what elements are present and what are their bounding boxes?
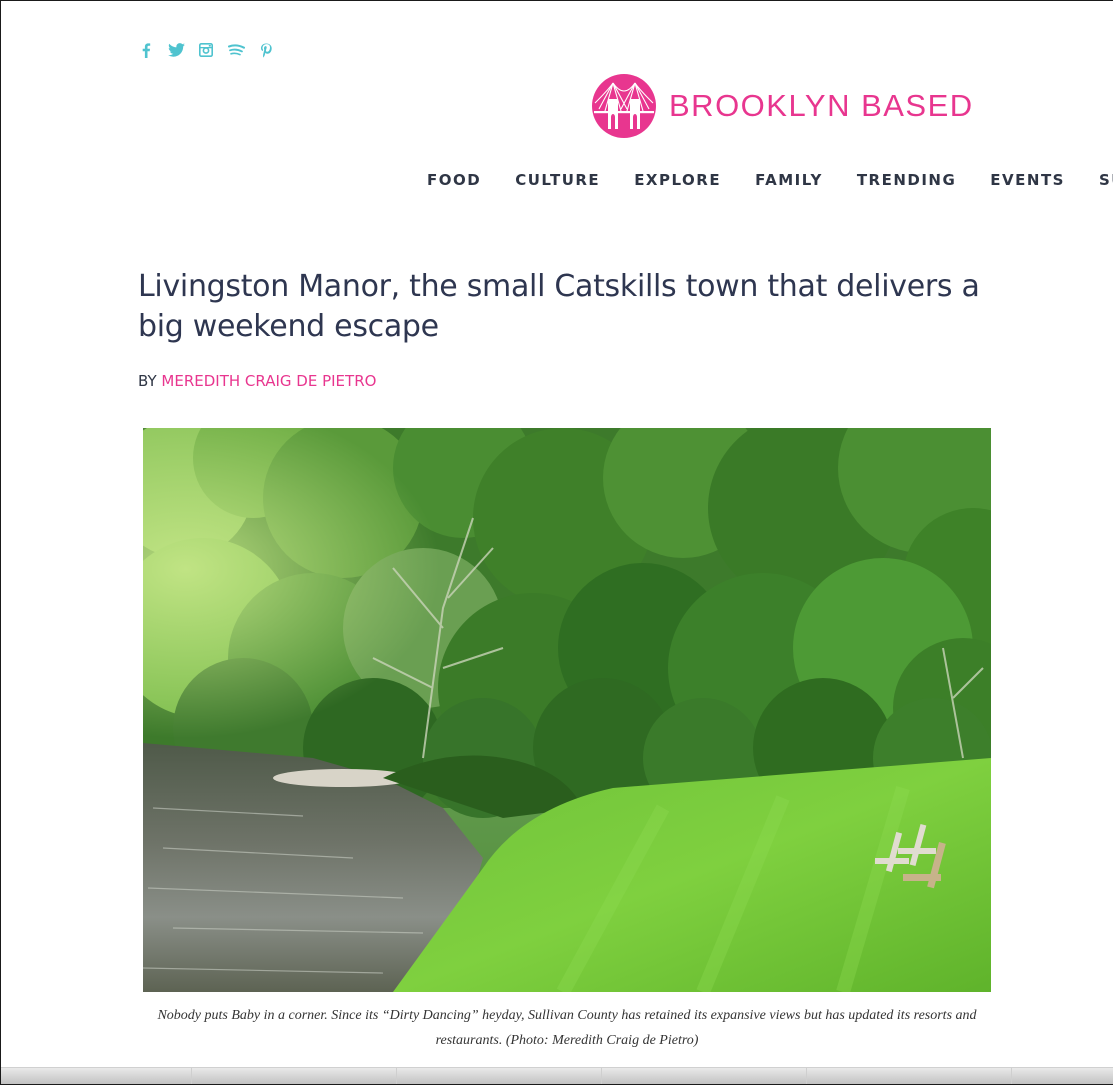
nav-item-explore[interactable]: EXPLORE — [634, 171, 721, 189]
facebook-icon[interactable] — [137, 41, 155, 59]
byline: BY MEREDITH CRAIG DE PIETRO — [138, 372, 376, 390]
site-logo[interactable]: BROOKLYN BASED — [591, 73, 974, 139]
nav-item-culture[interactable]: CULTURE — [515, 171, 600, 189]
page-frame: BROOKLYN BASED FOOD CULTURE EXPLORE FAMI… — [0, 0, 1113, 1085]
author-link[interactable]: MEREDITH CRAIG DE PIETRO — [161, 372, 376, 390]
site-name: BROOKLYN BASED — [669, 88, 974, 123]
nav-item-food[interactable]: FOOD — [427, 171, 481, 189]
nav-item-trending[interactable]: TRENDING — [857, 171, 956, 189]
hero-photo — [143, 428, 991, 992]
brooklyn-bridge-logo-icon — [592, 74, 656, 138]
landscape-photo — [143, 428, 991, 992]
spotify-icon[interactable] — [227, 41, 245, 59]
main-nav: FOOD CULTURE EXPLORE FAMILY TRENDING EVE… — [427, 171, 1113, 189]
nav-item-summer[interactable]: SUMMER — [1099, 171, 1113, 189]
social-links — [137, 41, 275, 59]
bottom-bar — [1, 1067, 1113, 1084]
pinterest-icon[interactable] — [257, 41, 275, 59]
byline-prefix: BY — [138, 372, 157, 390]
instagram-icon[interactable] — [197, 41, 215, 59]
article-title: Livingston Manor, the small Catskills to… — [138, 269, 980, 344]
nav-item-events[interactable]: EVENTS — [990, 171, 1065, 189]
nav-item-family[interactable]: FAMILY — [755, 171, 823, 189]
twitter-icon[interactable] — [167, 41, 185, 59]
photo-caption: Nobody puts Baby in a corner. Since its … — [157, 1008, 977, 1048]
